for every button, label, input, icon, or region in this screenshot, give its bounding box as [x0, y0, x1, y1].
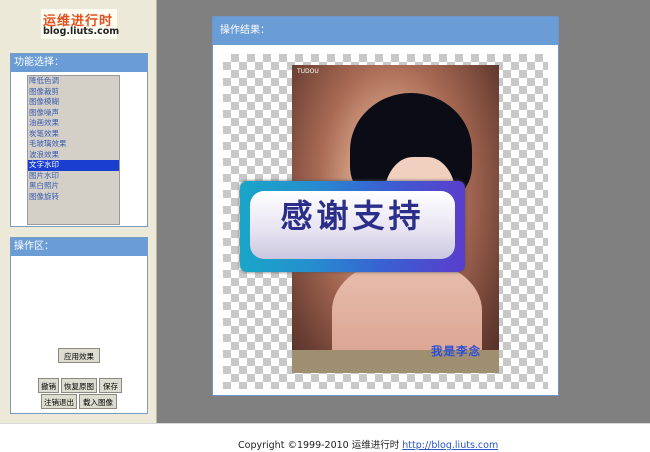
function-item[interactable]: 降低色调 [28, 76, 119, 87]
photo-caption: 我是李念 [431, 344, 481, 358]
restore-original-button[interactable]: 恢复原图 [61, 378, 97, 393]
footer-text: Copyright ©1999-2010 运维进行时 http://blog.l… [238, 437, 498, 451]
function-panel: 功能选择： 降低色调 图像裁剪 图像模糊 图像噪声 油画效果 炭笔效果 毛玻璃效… [10, 53, 148, 227]
logout-button[interactable]: 注销退出 [41, 394, 77, 409]
function-item[interactable]: 图像裁剪 [28, 87, 119, 98]
function-item[interactable]: 波浪效果 [28, 150, 119, 161]
result-panel: 操作结果： TUDOU 我是李念 感谢支持 [212, 16, 559, 396]
function-item[interactable]: 图像模糊 [28, 97, 119, 108]
function-item[interactable]: 黑白照片 [28, 181, 119, 192]
function-panel-title: 功能选择： [11, 54, 147, 72]
list-scrollbar[interactable] [119, 76, 120, 224]
copyright-text: Copyright ©1999-2010 运维进行时 [238, 440, 400, 451]
transparent-canvas: TUDOU 我是李念 感谢支持 [223, 54, 548, 389]
logo-subtitle: blog.liuts.com [43, 26, 120, 37]
undo-button[interactable]: 撤销 [38, 378, 59, 393]
load-image-button[interactable]: 载入图像 [79, 394, 117, 409]
function-item[interactable]: 炭笔效果 [28, 129, 119, 140]
operation-panel-title: 操作区： [11, 238, 147, 256]
operation-panel: 操作区： 应用效果 撤销 恢复原图 保存 注销退出 载入图像 [10, 237, 148, 414]
function-item[interactable]: 毛玻璃效果 [28, 139, 119, 150]
function-list[interactable]: 降低色调 图像裁剪 图像模糊 图像噪声 油画效果 炭笔效果 毛玻璃效果 波浪效果… [27, 75, 120, 225]
footer: Copyright ©1999-2010 运维进行时 http://blog.l… [0, 423, 650, 452]
apply-effect-button[interactable]: 应用效果 [58, 348, 100, 363]
app-frame: 运维进行时 blog.liuts.com 功能选择： 降低色调 图像裁剪 图像模… [0, 0, 650, 423]
text-watermark: 感谢支持 [240, 181, 465, 272]
function-item[interactable]: 油画效果 [28, 118, 119, 129]
sidebar: 运维进行时 blog.liuts.com 功能选择： 降低色调 图像裁剪 图像模… [0, 0, 157, 423]
result-panel-title: 操作结果： [213, 17, 558, 45]
function-item[interactable]: 图像旋转 [28, 192, 119, 203]
blog-link[interactable]: http://blog.liuts.com [402, 440, 498, 451]
watermark-text: 感谢支持 [280, 197, 425, 235]
photo-source-mark: TUDOU [297, 68, 319, 75]
function-item[interactable]: 图像噪声 [28, 108, 119, 119]
logo: 运维进行时 blog.liuts.com [41, 9, 120, 39]
save-button[interactable]: 保存 [99, 378, 122, 393]
function-item-selected[interactable]: 文字水印 [28, 160, 119, 171]
function-item[interactable]: 图片水印 [28, 171, 119, 182]
